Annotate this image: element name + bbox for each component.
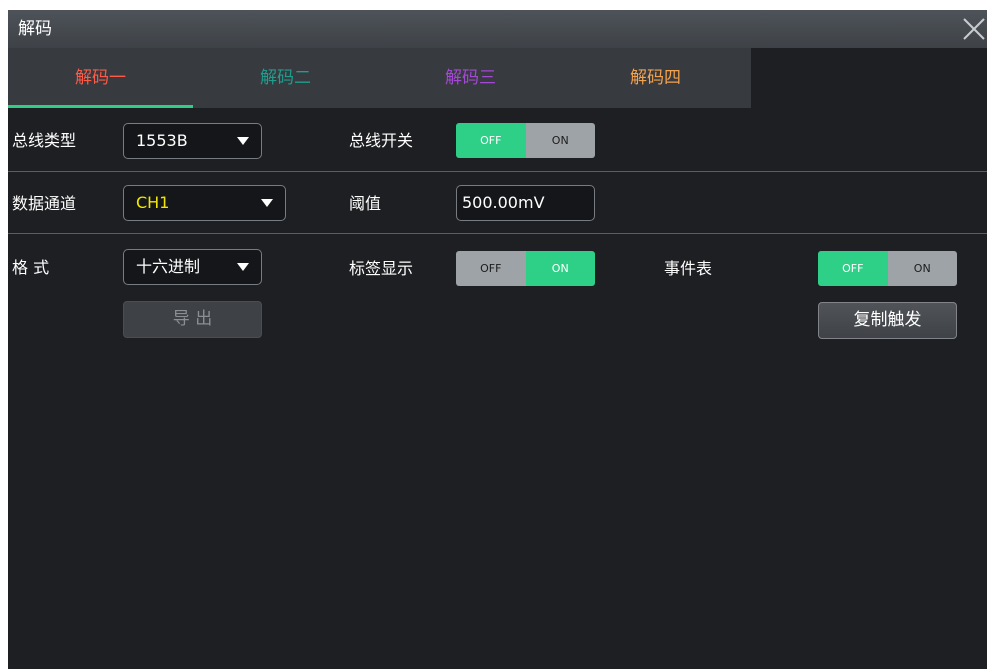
event-table-label: 事件表 <box>664 259 713 278</box>
threshold-value: 500.00mV <box>462 193 545 212</box>
chevron-down-icon <box>261 199 273 207</box>
divider <box>8 171 987 172</box>
bus-type-label: 总线类型 <box>12 131 77 150</box>
decode-dialog: 解码 解码一 解码二 解码三 解码四 总线类型 1553B 总线开关 OFF O… <box>8 10 987 669</box>
copy-trigger-button[interactable]: 复制触发 <box>818 302 957 339</box>
bus-switch-off[interactable]: OFF <box>456 123 526 158</box>
label-display-toggle[interactable]: OFF ON <box>456 251 595 286</box>
chevron-down-icon <box>237 263 249 271</box>
divider <box>8 233 987 234</box>
bus-type-dropdown[interactable]: 1553B <box>123 123 262 159</box>
format-dropdown[interactable]: 十六进制 <box>123 249 262 285</box>
data-channel-value: CH1 <box>136 193 170 212</box>
tab-decode-1[interactable]: 解码一 <box>8 48 193 108</box>
label-display-off[interactable]: OFF <box>456 251 526 286</box>
tab-decode-1-label: 解码一 <box>75 68 126 88</box>
bus-switch-on[interactable]: ON <box>525 123 595 158</box>
format-label: 格 式 <box>12 258 50 277</box>
event-table-on[interactable]: ON <box>887 251 957 286</box>
event-table-toggle[interactable]: OFF ON <box>818 251 957 286</box>
title-bar: 解码 <box>8 10 987 48</box>
bus-switch-toggle[interactable]: OFF ON <box>456 123 595 158</box>
label-display-on[interactable]: ON <box>525 251 595 286</box>
threshold-input[interactable]: 500.00mV <box>456 185 595 221</box>
bus-type-value: 1553B <box>136 131 188 150</box>
tab-decode-3-label: 解码三 <box>445 68 496 88</box>
close-icon <box>963 18 985 40</box>
tab-decode-2[interactable]: 解码二 <box>193 48 378 108</box>
format-value: 十六进制 <box>136 257 201 276</box>
export-button[interactable]: 导 出 <box>123 301 262 338</box>
threshold-label: 阈值 <box>349 194 382 213</box>
bus-switch-label: 总线开关 <box>349 131 414 150</box>
close-button[interactable] <box>961 16 987 42</box>
tab-decode-4-label: 解码四 <box>630 68 681 88</box>
chevron-down-icon <box>237 137 249 145</box>
data-channel-dropdown[interactable]: CH1 <box>123 185 286 221</box>
dialog-title: 解码 <box>18 19 52 39</box>
decode-tab-bar: 解码一 解码二 解码三 解码四 <box>8 48 751 108</box>
label-display-label: 标签显示 <box>349 259 414 278</box>
tab-decode-2-label: 解码二 <box>260 68 311 88</box>
event-table-off[interactable]: OFF <box>818 251 888 286</box>
active-tab-indicator <box>8 105 193 108</box>
tab-decode-4[interactable]: 解码四 <box>563 48 748 108</box>
tab-decode-3[interactable]: 解码三 <box>378 48 563 108</box>
data-channel-label: 数据通道 <box>12 194 77 213</box>
